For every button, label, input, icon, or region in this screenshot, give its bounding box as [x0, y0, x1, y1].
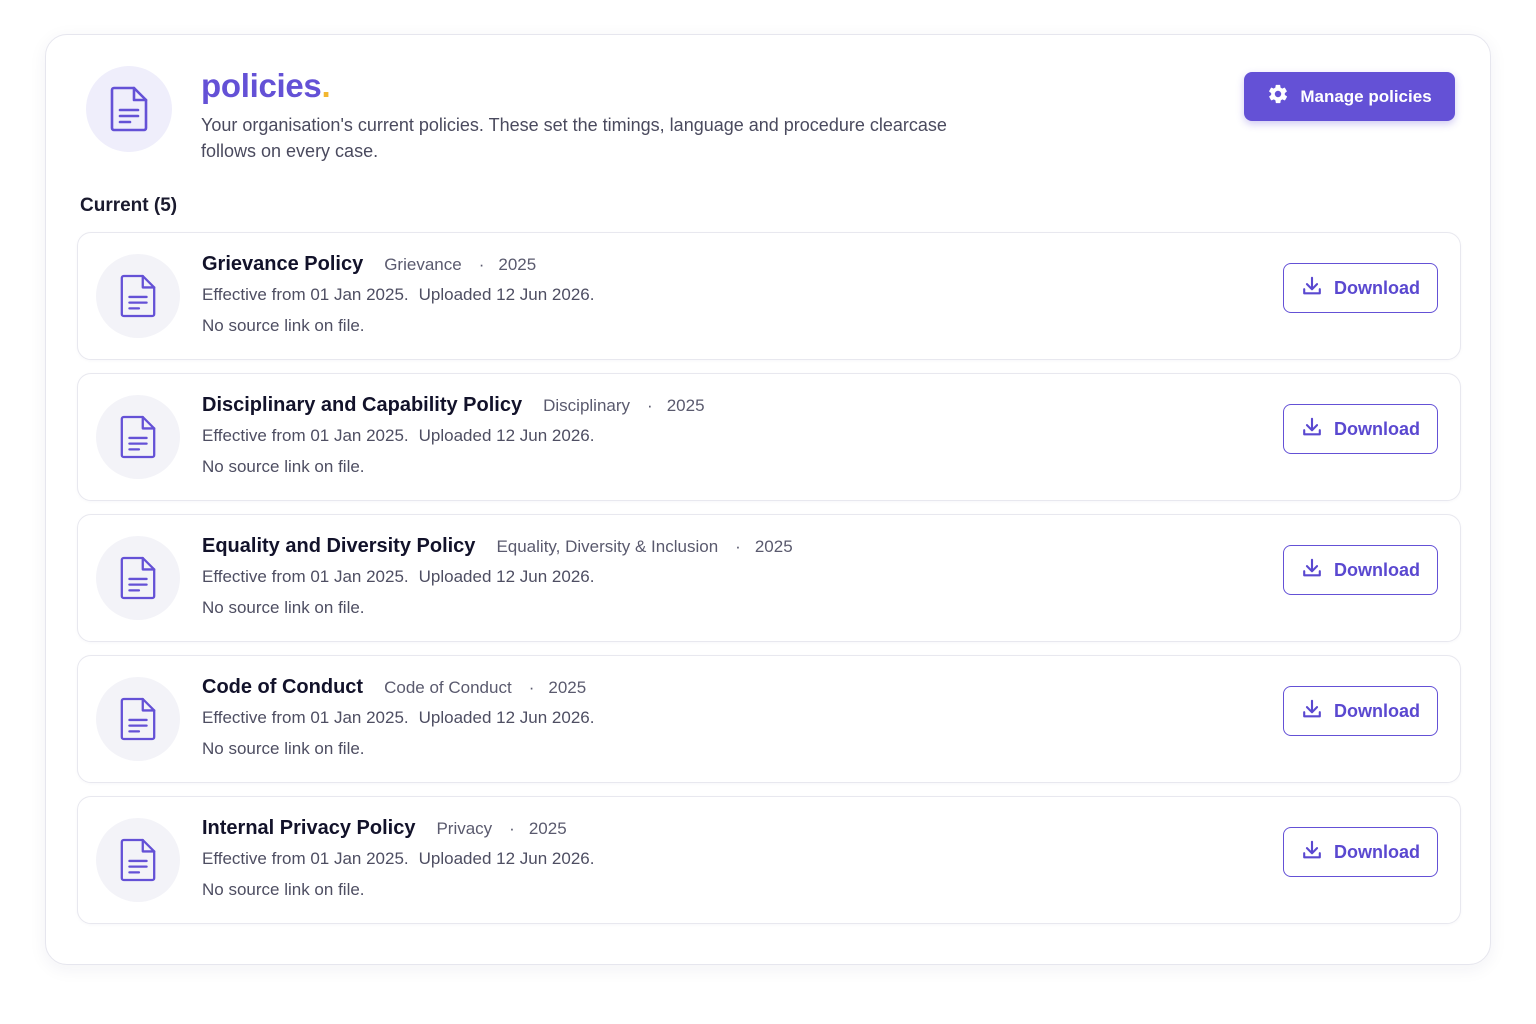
page-title: policies. — [201, 67, 331, 104]
download-button[interactable]: Download — [1283, 686, 1438, 736]
policy-name: Disciplinary and Capability Policy — [202, 394, 523, 416]
policy-effective-date: Effective from 01 Jan 2025. — [202, 708, 409, 727]
policy-uploaded-date: Uploaded 12 Jun 2026. — [418, 708, 595, 727]
download-button[interactable]: Download — [1283, 827, 1438, 877]
policy-card: Disciplinary and Capability Policy Disci… — [77, 373, 1461, 501]
document-icon — [86, 66, 172, 152]
policy-effective-date: Effective from 01 Jan 2025. — [202, 285, 409, 304]
download-icon — [1301, 275, 1323, 302]
download-button[interactable]: Download — [1283, 263, 1438, 313]
policy-category: Grievance — [384, 255, 462, 274]
download-icon — [1301, 698, 1323, 725]
document-icon — [96, 254, 180, 338]
policies-panel: policies. Your organisation's current po… — [45, 34, 1491, 965]
section-label: Current (5) — [80, 195, 178, 216]
policy-effective-date: Effective from 01 Jan 2025. — [202, 567, 409, 586]
policy-effective-date: Effective from 01 Jan 2025. — [202, 426, 409, 445]
document-icon — [96, 818, 180, 902]
policy-effective-date: Effective from 01 Jan 2025. — [202, 849, 409, 868]
policy-name: Code of Conduct — [202, 676, 364, 698]
download-icon — [1301, 839, 1323, 866]
download-label: Download — [1334, 700, 1420, 721]
policy-year: 2025 — [548, 678, 587, 697]
policy-source-note: No source link on file. — [202, 598, 365, 617]
policy-uploaded-date: Uploaded 12 Jun 2026. — [418, 849, 595, 868]
policy-year: 2025 — [666, 396, 705, 415]
policy-card: Equality and Diversity Policy Equality, … — [77, 514, 1461, 642]
meta-separator: · — [478, 255, 485, 274]
policy-category: Privacy — [436, 819, 493, 838]
page-subtitle: Your organisation's current policies. Th… — [201, 115, 947, 161]
download-icon — [1301, 557, 1323, 584]
download-button[interactable]: Download — [1283, 404, 1438, 454]
policy-source-note: No source link on file. — [202, 457, 365, 476]
policy-uploaded-date: Uploaded 12 Jun 2026. — [418, 426, 595, 445]
policy-name: Equality and Diversity Policy — [202, 535, 476, 557]
policy-source-note: No source link on file. — [202, 880, 365, 899]
policy-list: Grievance Policy Grievance · 2025 Effect… — [77, 232, 1461, 937]
policy-uploaded-date: Uploaded 12 Jun 2026. — [418, 285, 595, 304]
document-icon — [96, 677, 180, 761]
download-label: Download — [1334, 277, 1420, 298]
download-label: Download — [1334, 559, 1420, 580]
policy-source-note: No source link on file. — [202, 316, 365, 335]
policy-card: Internal Privacy Policy Privacy · 2025 E… — [77, 796, 1461, 924]
download-icon — [1301, 416, 1323, 443]
policy-uploaded-date: Uploaded 12 Jun 2026. — [418, 567, 595, 586]
download-label: Download — [1334, 418, 1420, 439]
manage-policies-label: Manage policies — [1300, 86, 1432, 106]
title-dot: . — [321, 67, 331, 104]
policy-card: Grievance Policy Grievance · 2025 Effect… — [77, 232, 1461, 360]
policy-category: Equality, Diversity & Inclusion — [496, 537, 719, 556]
policy-name: Grievance Policy — [202, 253, 364, 275]
policy-name: Internal Privacy Policy — [202, 817, 416, 839]
meta-separator: · — [528, 678, 535, 697]
meta-separator: · — [509, 819, 515, 838]
manage-policies-button[interactable]: Manage policies — [1244, 72, 1455, 121]
policy-category: Code of Conduct — [384, 678, 512, 697]
policy-category: Disciplinary — [543, 396, 631, 415]
meta-separator: · — [647, 396, 653, 415]
policy-source-note: No source link on file. — [202, 739, 365, 758]
gear-icon — [1267, 83, 1289, 110]
policy-year: 2025 — [754, 537, 793, 556]
policy-card: Code of Conduct Code of Conduct · 2025 E… — [77, 655, 1461, 783]
meta-separator: · — [735, 537, 741, 556]
download-button[interactable]: Download — [1283, 545, 1438, 595]
policy-year: 2025 — [528, 819, 567, 838]
download-label: Download — [1334, 841, 1420, 862]
document-icon — [96, 536, 180, 620]
policy-year: 2025 — [498, 255, 537, 274]
document-icon — [96, 395, 180, 479]
